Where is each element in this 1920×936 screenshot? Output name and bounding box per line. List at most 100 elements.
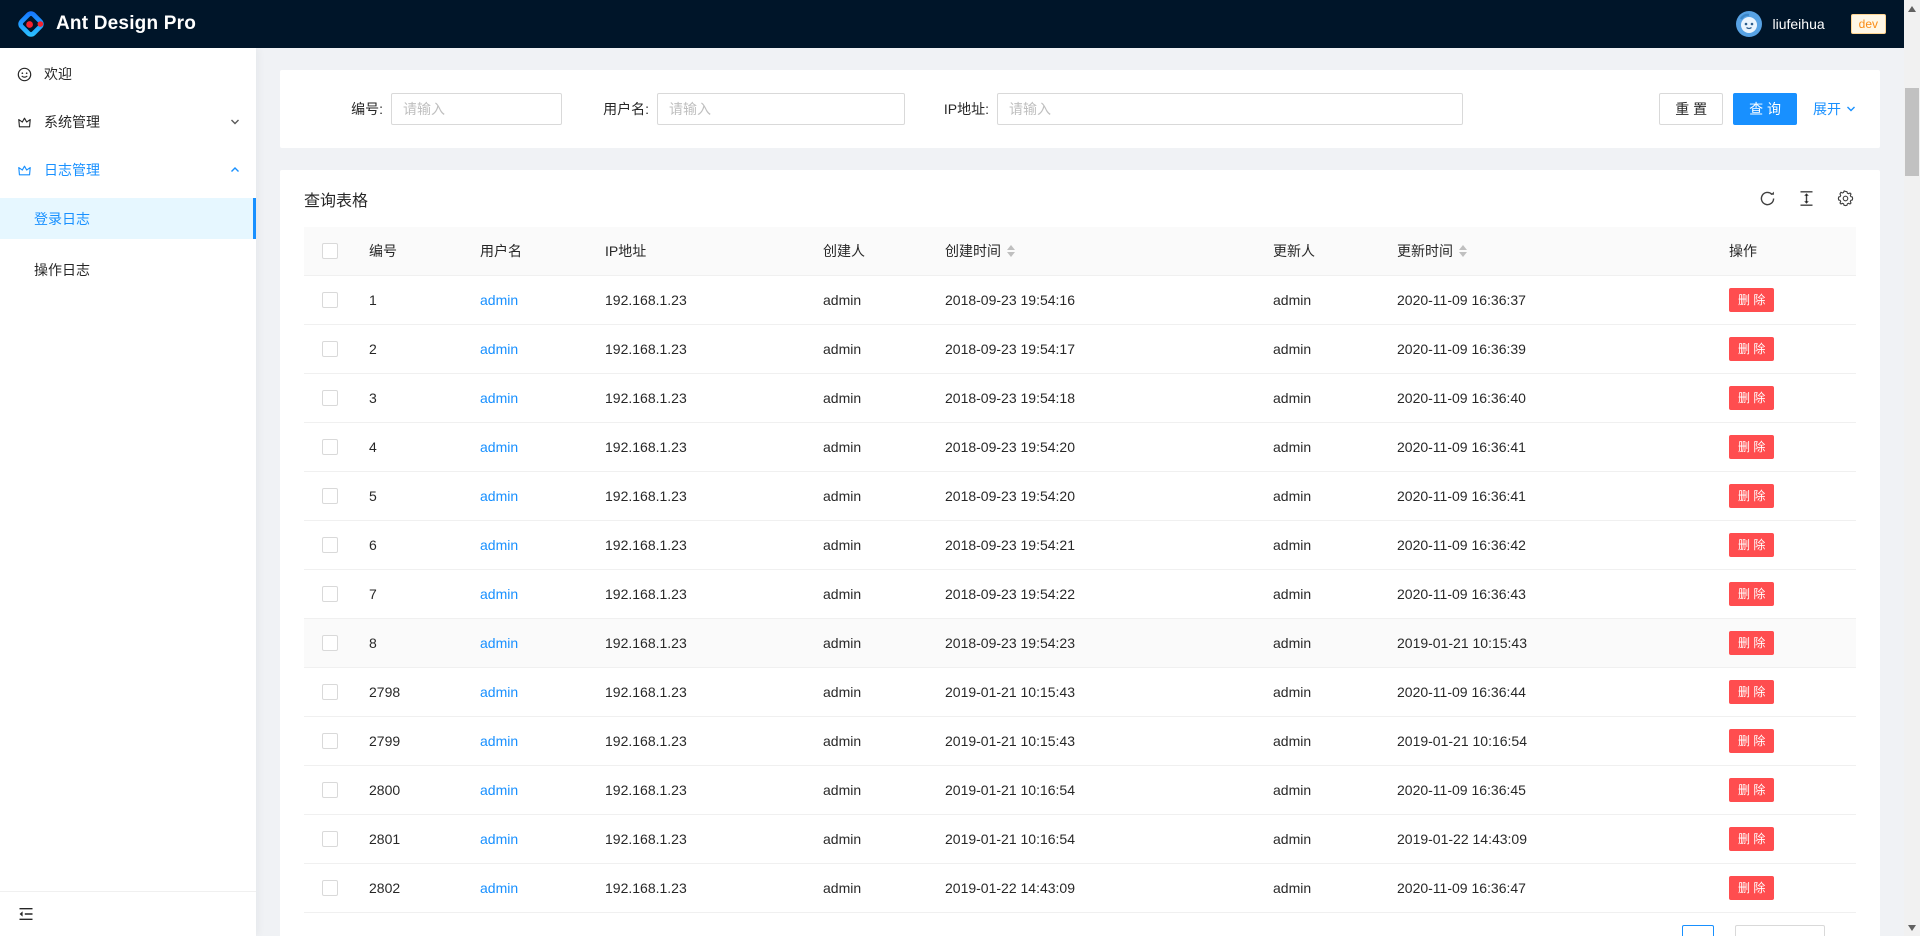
sidebar: 欢迎 系统管理 日志管理 登录日志 操作日志 <box>0 48 256 936</box>
settings-icon[interactable] <box>1837 190 1854 207</box>
table-title: 查询表格 <box>304 187 368 211</box>
vertical-scrollbar[interactable] <box>1904 0 1920 936</box>
delete-button[interactable]: 删 除 <box>1729 484 1774 508</box>
delete-button[interactable]: 删 除 <box>1729 337 1774 361</box>
sidebar-item-system-management[interactable]: 系统管理 <box>0 102 256 142</box>
delete-button[interactable]: 删 除 <box>1729 386 1774 410</box>
number-input[interactable] <box>391 93 562 125</box>
app: Ant Design Pro liufeihua dev <box>0 0 1920 936</box>
username-link[interactable]: admin <box>480 292 518 308</box>
username-input[interactable] <box>657 93 905 125</box>
table-header-row: 编号 用户名 IP地址 创建人 创建时间 更新人 更新时间 <box>304 227 1856 275</box>
query-button[interactable]: 查 询 <box>1733 93 1797 125</box>
table-row: 4 admin 192.168.1.23 admin 2018-09-23 19… <box>304 422 1856 471</box>
column-height-icon[interactable] <box>1798 190 1815 207</box>
scrollbar-thumb[interactable] <box>1905 88 1919 176</box>
username-link[interactable]: admin <box>480 488 518 504</box>
table-title-row: 查询表格 <box>280 170 1880 227</box>
filter-card: 编号: 用户名: IP地址: 重 置 查 询 展开 <box>280 70 1880 148</box>
delete-button[interactable]: 删 除 <box>1729 631 1774 655</box>
table-row: 1 admin 192.168.1.23 admin 2018-09-23 19… <box>304 275 1856 324</box>
sidebar-item-welcome[interactable]: 欢迎 <box>0 54 256 94</box>
filter-buttons: 重 置 查 询 展开 <box>1659 93 1856 125</box>
chevron-down-icon <box>230 117 240 127</box>
expand-label: 展开 <box>1813 99 1841 119</box>
username-link[interactable]: admin <box>480 635 518 651</box>
delete-button[interactable]: 删 除 <box>1729 435 1774 459</box>
user-avatar[interactable] <box>1736 11 1762 37</box>
row-checkbox[interactable] <box>322 635 338 651</box>
column-header-creator: 创建人 <box>807 227 929 275</box>
table-row: 5 admin 192.168.1.23 admin 2018-09-23 19… <box>304 471 1856 520</box>
row-checkbox[interactable] <box>322 439 338 455</box>
username-link[interactable]: admin <box>480 831 518 847</box>
sidebar-item-label: 操作日志 <box>34 260 90 280</box>
smile-icon <box>17 67 32 82</box>
logo[interactable]: Ant Design Pro <box>16 9 196 39</box>
delete-button[interactable]: 删 除 <box>1729 876 1774 900</box>
chevron-down-icon <box>1846 104 1856 114</box>
username-link[interactable]: admin <box>480 880 518 896</box>
username-link[interactable]: admin <box>480 390 518 406</box>
sort-icon[interactable] <box>1007 245 1015 257</box>
reload-icon[interactable] <box>1759 190 1776 207</box>
row-checkbox[interactable] <box>322 586 338 602</box>
ant-design-logo-icon <box>16 9 46 39</box>
table-body: 1 admin 192.168.1.23 admin 2018-09-23 19… <box>304 275 1856 912</box>
header-user-area: liufeihua dev <box>1736 11 1886 37</box>
row-checkbox[interactable] <box>322 782 338 798</box>
table-row: 6 admin 192.168.1.23 admin 2018-09-23 19… <box>304 520 1856 569</box>
number-field-label: 编号: <box>304 99 391 119</box>
menu-fold-icon[interactable] <box>18 906 34 922</box>
pagination-current-page[interactable] <box>1682 925 1714 936</box>
table-row: 7 admin 192.168.1.23 admin 2018-09-23 19… <box>304 569 1856 618</box>
username-link[interactable]: admin <box>480 586 518 602</box>
select-all-checkbox[interactable] <box>322 243 338 259</box>
query-table: 编号 用户名 IP地址 创建人 创建时间 更新人 更新时间 <box>304 227 1856 913</box>
username-link[interactable]: admin <box>480 341 518 357</box>
table-row: 8 admin 192.168.1.23 admin 2018-09-23 19… <box>304 618 1856 667</box>
scrollbar-up-arrow[interactable] <box>1904 0 1920 17</box>
delete-button[interactable]: 删 除 <box>1729 827 1774 851</box>
delete-button[interactable]: 删 除 <box>1729 582 1774 606</box>
row-checkbox[interactable] <box>322 341 338 357</box>
table-row: 2798 admin 192.168.1.23 admin 2019-01-21… <box>304 667 1856 716</box>
expand-link[interactable]: 展开 <box>1813 99 1856 119</box>
row-checkbox[interactable] <box>322 880 338 896</box>
delete-button[interactable]: 删 除 <box>1729 778 1774 802</box>
scrollbar-down-arrow[interactable] <box>1904 919 1920 936</box>
username-link[interactable]: admin <box>480 782 518 798</box>
table-card: 查询表格 <box>280 170 1880 936</box>
delete-button[interactable]: 删 除 <box>1729 533 1774 557</box>
pagination-size-select[interactable] <box>1735 925 1825 936</box>
sidebar-item-label: 欢迎 <box>44 64 240 84</box>
row-checkbox[interactable] <box>322 831 338 847</box>
column-header-update-time[interactable]: 更新时间 <box>1381 227 1713 275</box>
user-name[interactable]: liufeihua <box>1772 16 1824 32</box>
row-checkbox[interactable] <box>322 390 338 406</box>
username-link[interactable]: admin <box>480 537 518 553</box>
table-row: 2799 admin 192.168.1.23 admin 2019-01-21… <box>304 716 1856 765</box>
row-checkbox[interactable] <box>322 733 338 749</box>
delete-button[interactable]: 删 除 <box>1729 680 1774 704</box>
username-link[interactable]: admin <box>480 684 518 700</box>
sidebar-item-log-management[interactable]: 日志管理 <box>0 150 256 190</box>
sidebar-item-login-log[interactable]: 登录日志 <box>0 198 256 239</box>
username-link[interactable]: admin <box>480 439 518 455</box>
sort-icon[interactable] <box>1459 245 1467 257</box>
table-row: 2802 admin 192.168.1.23 admin 2019-01-22… <box>304 863 1856 912</box>
app-header: Ant Design Pro liufeihua dev <box>0 0 1904 48</box>
sidebar-item-operation-log[interactable]: 操作日志 <box>0 249 256 290</box>
column-header-username: 用户名 <box>464 227 589 275</box>
row-checkbox[interactable] <box>322 488 338 504</box>
table-row: 3 admin 192.168.1.23 admin 2018-09-23 19… <box>304 373 1856 422</box>
username-link[interactable]: admin <box>480 733 518 749</box>
reset-button[interactable]: 重 置 <box>1659 93 1723 125</box>
row-checkbox[interactable] <box>322 537 338 553</box>
row-checkbox[interactable] <box>322 684 338 700</box>
row-checkbox[interactable] <box>322 292 338 308</box>
delete-button[interactable]: 删 除 <box>1729 729 1774 753</box>
delete-button[interactable]: 删 除 <box>1729 288 1774 312</box>
ip-input[interactable] <box>997 93 1463 125</box>
column-header-create-time[interactable]: 创建时间 <box>929 227 1257 275</box>
